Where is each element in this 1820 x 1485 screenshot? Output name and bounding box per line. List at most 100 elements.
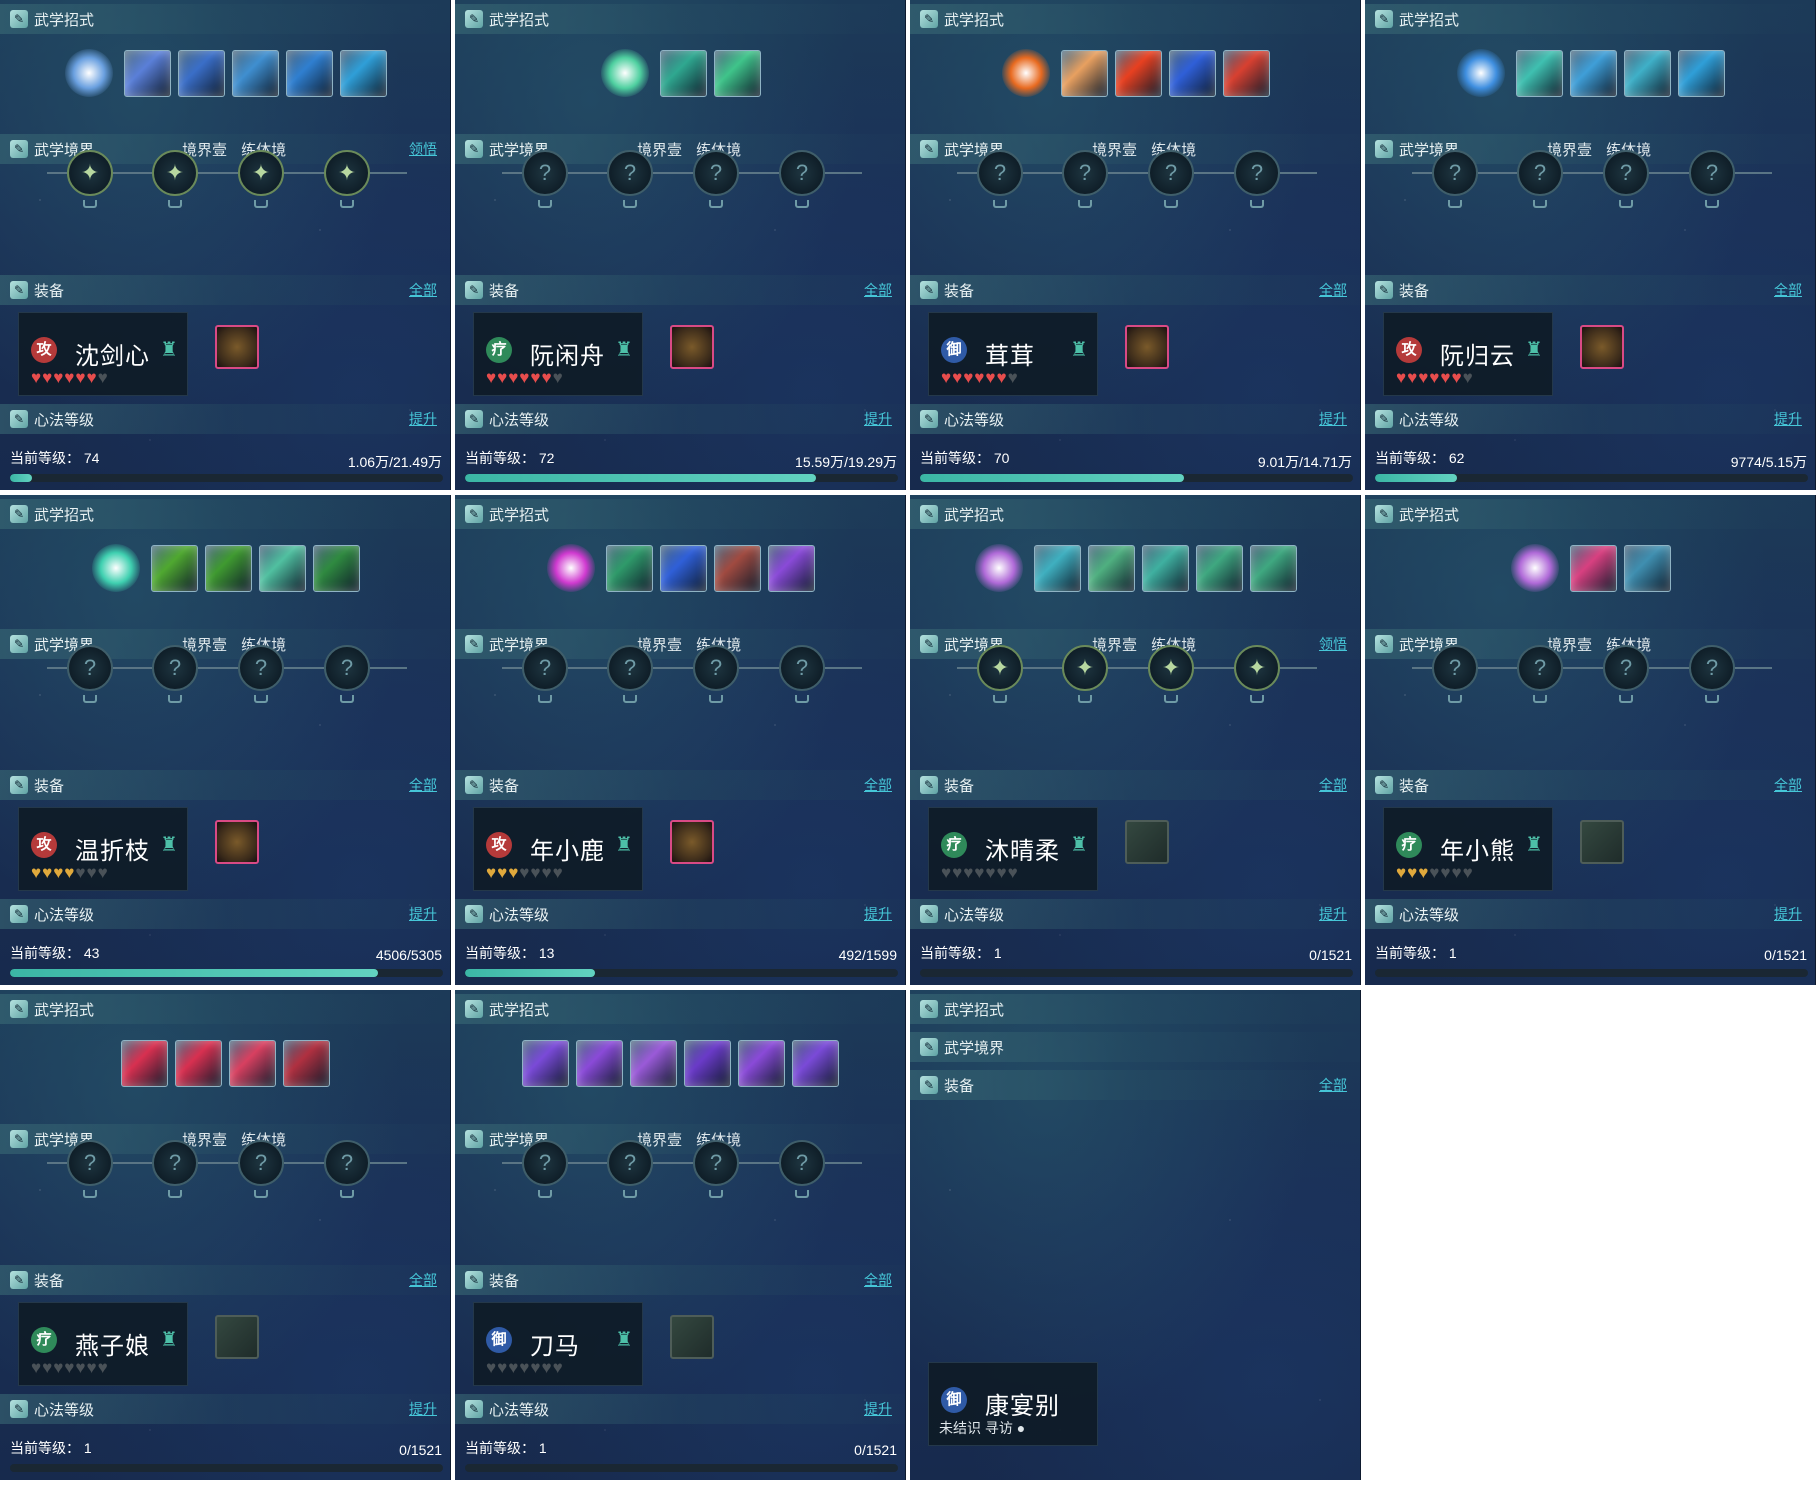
heart-upgrade-link[interactable]: 提升 [409, 409, 437, 429]
realm-node-icon[interactable]: ✦ [1148, 645, 1194, 691]
skill-icon[interactable] [285, 49, 333, 97]
equipment-slot[interactable] [1580, 820, 1624, 864]
skill-icon[interactable] [229, 1039, 276, 1087]
character-card[interactable]: 疗阮闲舟 ♜ ♥♥♥♥♥♥♥ [473, 312, 643, 396]
equipment-slot[interactable] [215, 1315, 259, 1359]
skill-icon[interactable] [713, 544, 761, 592]
question-swirl-icon[interactable]: ? [693, 1140, 739, 1186]
skill-orb-icon[interactable] [91, 544, 140, 592]
question-swirl-icon[interactable]: ? [1603, 645, 1649, 691]
equipment-slot[interactable] [215, 325, 259, 369]
equipment-slot[interactable] [1580, 325, 1624, 369]
skill-icon[interactable] [1623, 544, 1671, 592]
skill-icon[interactable] [1569, 49, 1617, 97]
question-swirl-icon[interactable]: ? [779, 1140, 825, 1186]
character-card[interactable]: 攻年小鹿 ♜ ♥♥♥♥♥♥♥ [473, 807, 643, 891]
skill-icon[interactable] [605, 544, 653, 592]
skill-icon[interactable] [177, 49, 225, 97]
character-card[interactable]: 攻阮归云 ♜ ♥♥♥♥♥♥♥ [1383, 312, 1553, 396]
character-card[interactable]: 攻沈剑心 ♜ ♥♥♥♥♥♥♥ [18, 312, 188, 396]
question-swirl-icon[interactable]: ? [1603, 150, 1649, 196]
skill-icon[interactable] [792, 1039, 839, 1087]
skill-icon[interactable] [123, 49, 171, 97]
question-swirl-icon[interactable]: ? [607, 150, 653, 196]
character-card[interactable]: 疗沐晴柔 ♜ ♥♥♥♥♥♥♥ [928, 807, 1098, 891]
skill-icon[interactable] [121, 1039, 168, 1087]
equip-all-link[interactable]: 全部 [1774, 280, 1802, 300]
question-swirl-icon[interactable]: ? [1148, 150, 1194, 196]
equip-all-link[interactable]: 全部 [1774, 775, 1802, 795]
question-swirl-icon[interactable]: ? [779, 150, 825, 196]
heart-upgrade-link[interactable]: 提升 [864, 904, 892, 924]
equip-all-link[interactable]: 全部 [1319, 1075, 1347, 1095]
question-swirl-icon[interactable]: ? [522, 150, 568, 196]
character-card[interactable]: 攻温折枝 ♜ ♥♥♥♥♥♥♥ [18, 807, 188, 891]
skill-icon[interactable] [1114, 49, 1162, 97]
heart-upgrade-link[interactable]: 提升 [1319, 409, 1347, 429]
skill-icon[interactable] [1141, 544, 1189, 592]
question-swirl-icon[interactable]: ? [152, 1140, 198, 1186]
character-card[interactable]: 御茸茸 ♜ ♥♥♥♥♥♥♥ [928, 312, 1098, 396]
skill-icon[interactable] [231, 49, 279, 97]
question-swirl-icon[interactable]: ? [607, 645, 653, 691]
skill-icon[interactable] [630, 1039, 677, 1087]
question-swirl-icon[interactable]: ? [607, 1140, 653, 1186]
realm-node-icon[interactable]: ✦ [977, 645, 1023, 691]
question-swirl-icon[interactable]: ? [693, 150, 739, 196]
equipment-slot[interactable] [670, 325, 714, 369]
equip-all-link[interactable]: 全部 [864, 280, 892, 300]
realm-node-icon[interactable]: ✦ [67, 150, 113, 196]
character-card[interactable]: 疗燕子娘 ♜ ♥♥♥♥♥♥♥ [18, 1302, 188, 1386]
question-swirl-icon[interactable]: ? [67, 1140, 113, 1186]
skill-icon[interactable] [1033, 544, 1081, 592]
skill-icon[interactable] [258, 544, 306, 592]
heart-upgrade-link[interactable]: 提升 [1774, 904, 1802, 924]
skill-icon[interactable] [767, 544, 815, 592]
equip-all-link[interactable]: 全部 [409, 775, 437, 795]
equipment-slot[interactable] [215, 820, 259, 864]
skill-orb-icon[interactable] [1001, 49, 1050, 97]
question-swirl-icon[interactable]: ? [977, 150, 1023, 196]
question-swirl-icon[interactable]: ? [1517, 150, 1563, 196]
question-swirl-icon[interactable]: ? [324, 1140, 370, 1186]
question-swirl-icon[interactable]: ? [693, 645, 739, 691]
skill-orb-icon[interactable] [974, 544, 1023, 592]
skill-icon[interactable] [1677, 49, 1725, 97]
question-swirl-icon[interactable]: ? [1062, 150, 1108, 196]
skill-icon[interactable] [150, 544, 198, 592]
equip-all-link[interactable]: 全部 [864, 1270, 892, 1290]
question-swirl-icon[interactable]: ? [1234, 150, 1280, 196]
question-swirl-icon[interactable]: ? [238, 1140, 284, 1186]
heart-upgrade-link[interactable]: 提升 [1319, 904, 1347, 924]
heart-upgrade-link[interactable]: 提升 [1774, 409, 1802, 429]
equipment-slot[interactable] [1125, 325, 1169, 369]
skill-icon[interactable] [1249, 544, 1297, 592]
skill-orb-icon[interactable] [1510, 544, 1559, 592]
equipment-slot[interactable] [670, 820, 714, 864]
skill-orb-icon[interactable] [1456, 49, 1505, 97]
skill-icon[interactable] [1195, 544, 1243, 592]
skill-icon[interactable] [576, 1039, 623, 1087]
skill-icon[interactable] [1515, 49, 1563, 97]
skill-icon[interactable] [522, 1039, 569, 1087]
skill-icon[interactable] [684, 1039, 731, 1087]
skill-icon[interactable] [1222, 49, 1270, 97]
realm-node-icon[interactable]: ✦ [238, 150, 284, 196]
equip-all-link[interactable]: 全部 [1319, 280, 1347, 300]
character-card[interactable]: 御康宴别 未结识 寻访 ● [928, 1362, 1098, 1446]
question-swirl-icon[interactable]: ? [1689, 150, 1735, 196]
equipment-slot[interactable] [670, 1315, 714, 1359]
realm-node-icon[interactable]: ✦ [1234, 645, 1280, 691]
skill-orb-icon[interactable] [600, 49, 649, 97]
equipment-slot[interactable] [1125, 820, 1169, 864]
question-swirl-icon[interactable]: ? [522, 645, 568, 691]
equip-all-link[interactable]: 全部 [409, 1270, 437, 1290]
realm-node-icon[interactable]: ✦ [1062, 645, 1108, 691]
skill-orb-icon[interactable] [64, 49, 113, 97]
question-swirl-icon[interactable]: ? [522, 1140, 568, 1186]
question-swirl-icon[interactable]: ? [238, 645, 284, 691]
question-swirl-icon[interactable]: ? [1432, 150, 1478, 196]
equip-all-link[interactable]: 全部 [864, 775, 892, 795]
skill-icon[interactable] [1087, 544, 1135, 592]
skill-icon[interactable] [1623, 49, 1671, 97]
